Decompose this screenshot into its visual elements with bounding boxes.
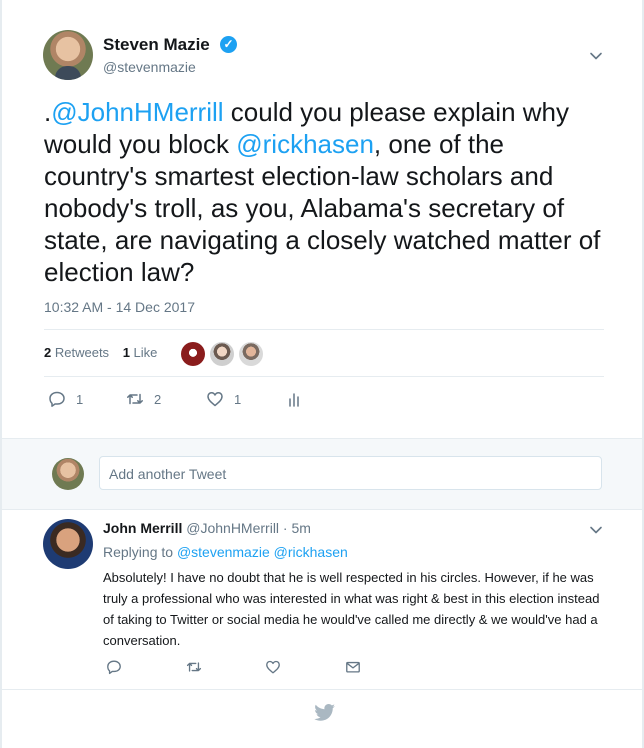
reply-author-name[interactable]: John Merrill xyxy=(103,520,182,536)
reply-author[interactable]: John Merrill @JohnHMerrill · 5m xyxy=(103,520,311,536)
chevron-down-icon[interactable] xyxy=(589,49,603,63)
main-tweet: Steven Mazie ✓ @stevenmazie .@JohnHMerri… xyxy=(2,0,642,438)
avatar[interactable] xyxy=(43,519,93,569)
reply-composer: Add another Tweet xyxy=(2,438,642,510)
divider xyxy=(44,376,604,377)
like-count: 1 xyxy=(234,391,242,407)
mention-link[interactable]: @JohnHMerrill xyxy=(51,97,223,127)
analytics-icon xyxy=(289,393,299,407)
reply-author-handle[interactable]: @JohnHMerrill · 5m xyxy=(186,520,311,536)
reply-tweet[interactable]: John Merrill @JohnHMerrill · 5m Replying… xyxy=(2,509,642,689)
retweets-label: Retweets xyxy=(54,345,110,360)
mention-link[interactable]: @rickhasen xyxy=(236,129,374,159)
mention-link[interactable]: @rickhasen xyxy=(274,544,348,560)
replying-to: Replying to @stevenmazie @rickhasen xyxy=(103,544,348,560)
verified-badge-icon: ✓ xyxy=(220,36,237,53)
divider xyxy=(2,689,642,690)
analytics-button[interactable] xyxy=(286,390,314,408)
add-tweet-input[interactable]: Add another Tweet xyxy=(99,456,602,490)
heart-icon xyxy=(207,392,223,407)
avatar xyxy=(52,458,84,490)
tweet-stats: 2 Retweets 1 Like xyxy=(44,345,157,360)
reply-icon[interactable] xyxy=(106,659,122,675)
reply-button[interactable]: 1 xyxy=(48,390,83,408)
retweet-icon xyxy=(127,393,143,405)
divider xyxy=(44,329,604,330)
replying-to-label: Replying to xyxy=(103,544,174,560)
likes-count: 1 xyxy=(122,345,130,360)
liker-avatar[interactable] xyxy=(181,342,205,366)
timestamp[interactable]: 10:32 AM - 14 Dec 2017 xyxy=(44,299,195,315)
liker-avatar[interactable] xyxy=(210,342,234,366)
liker-avatar[interactable] xyxy=(239,342,263,366)
chevron-down-icon[interactable] xyxy=(589,523,603,537)
likes-stat[interactable]: 1 Like xyxy=(123,345,158,360)
reply-text: Absolutely! I have no doubt that he is w… xyxy=(103,570,600,648)
author-handle[interactable]: @stevenmazie xyxy=(103,59,196,75)
envelope-icon[interactable] xyxy=(345,659,361,675)
author-name[interactable]: Steven Mazie xyxy=(103,35,210,55)
retweet-icon[interactable] xyxy=(186,659,202,675)
retweets-stat[interactable]: 2 Retweets xyxy=(44,345,109,360)
heart-icon[interactable] xyxy=(265,659,281,675)
reply-icon xyxy=(49,391,65,407)
twitter-bird-icon xyxy=(314,704,335,721)
retweet-count: 2 xyxy=(154,391,162,407)
mention-link[interactable]: @stevenmazie xyxy=(177,544,270,560)
avatar[interactable] xyxy=(43,30,93,80)
retweets-count: 2 xyxy=(44,345,52,360)
like-button[interactable]: 1 xyxy=(206,390,241,408)
likes-label: Like xyxy=(133,345,158,360)
reply-count: 1 xyxy=(76,391,84,407)
tweet-modal: Steven Mazie ✓ @stevenmazie .@JohnHMerri… xyxy=(2,0,642,748)
tweet-text: .@JohnHMerrill could you please explain … xyxy=(44,96,614,288)
retweet-button[interactable]: 2 xyxy=(126,390,161,408)
